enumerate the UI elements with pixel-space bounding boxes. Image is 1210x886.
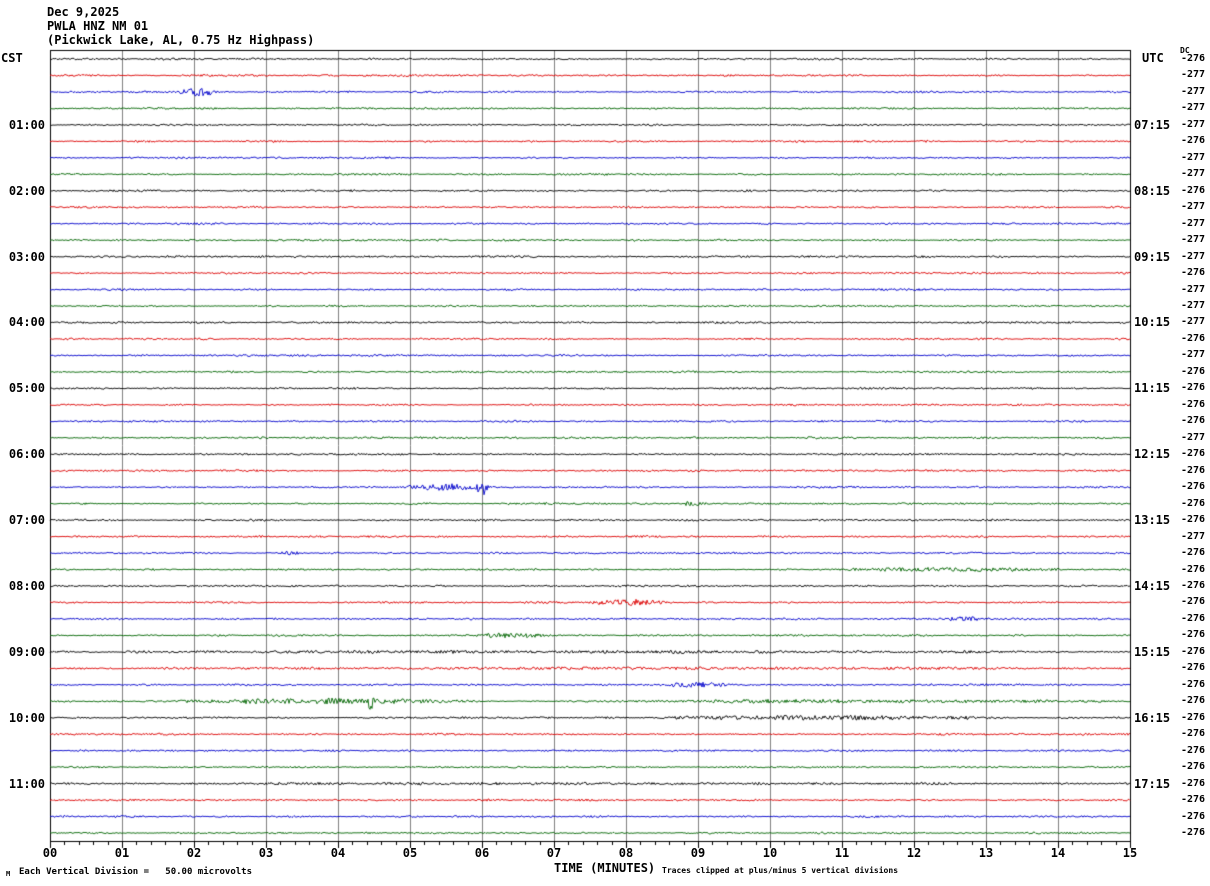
dc-value: -276 <box>1181 596 1206 608</box>
utc-time-label: 16:15 <box>1134 710 1171 725</box>
x-tick-label: 08 <box>618 846 634 860</box>
utc-time-label: 15:15 <box>1134 644 1171 659</box>
dc-value: -277 <box>1181 69 1206 81</box>
dc-value: -276 <box>1181 563 1206 575</box>
utc-axis-label: UTC <box>1142 51 1164 65</box>
cst-time-label: 08:00 <box>8 578 45 593</box>
dc-value: -277 <box>1181 316 1206 328</box>
cst-time-label: 02:00 <box>8 183 45 198</box>
dc-value: -277 <box>1181 349 1206 361</box>
dc-value: -276 <box>1181 579 1206 591</box>
dc-value: -277 <box>1181 431 1206 443</box>
utc-time-label: 17:15 <box>1134 776 1171 791</box>
dc-value: -276 <box>1181 794 1206 806</box>
cst-time-label: 05:00 <box>8 381 45 396</box>
cst-time-label: 06:00 <box>8 447 45 462</box>
dc-value: -277 <box>1181 168 1206 180</box>
x-tick-label: 00 <box>42 846 58 860</box>
dc-value: -277 <box>1181 217 1206 229</box>
x-tick-label: 14 <box>1050 846 1066 860</box>
cst-time-label: 10:00 <box>8 710 45 725</box>
cst-axis-label: CST <box>1 51 23 65</box>
cst-time-label: 03:00 <box>8 249 45 264</box>
dc-value: -276 <box>1181 662 1206 674</box>
dc-value: -276 <box>1181 53 1206 64</box>
x-tick-label: 11 <box>834 846 850 860</box>
corner-glyph: M <box>6 870 11 878</box>
x-tick-label: 02 <box>186 846 202 860</box>
dc-value: -276 <box>1181 497 1206 509</box>
dc-value: -277 <box>1181 300 1206 312</box>
title-station: PWLA HNZ NM 01 <box>47 19 149 33</box>
x-tick-label: 10 <box>762 846 778 860</box>
dc-value: -276 <box>1181 184 1206 196</box>
helicorder-page: Dec 9,2025 PWLA HNZ NM 01 (Pickwick Lake… <box>0 0 1210 886</box>
utc-time-label: 07:15 <box>1134 117 1171 132</box>
title-date: Dec 9,2025 <box>47 5 120 19</box>
dc-value: -276 <box>1181 135 1206 147</box>
cst-time-label: 01:00 <box>8 117 45 132</box>
dc-value: -276 <box>1181 777 1206 789</box>
dc-value: -276 <box>1181 761 1206 773</box>
dc-value: -276 <box>1181 810 1206 822</box>
dc-value: -277 <box>1181 151 1206 163</box>
dc-value: -276 <box>1181 514 1206 526</box>
utc-time-label: 09:15 <box>1134 249 1171 264</box>
x-tick-label: 04 <box>330 846 346 860</box>
helicorder-plot-canvas <box>0 0 1210 886</box>
x-axis-title: TIME (MINUTES) <box>554 861 656 875</box>
dc-value: -276 <box>1181 448 1206 460</box>
dc-value: -277 <box>1181 234 1206 246</box>
cst-time-label: 04:00 <box>8 315 45 330</box>
dc-value: -276 <box>1181 547 1206 559</box>
utc-time-label: 12:15 <box>1134 447 1171 462</box>
cst-time-label: 11:00 <box>8 776 45 791</box>
dc-value: -276 <box>1181 415 1206 427</box>
dc-value: -277 <box>1181 530 1206 542</box>
dc-value: -276 <box>1181 267 1206 279</box>
dc-value: -276 <box>1181 711 1206 723</box>
footer-clip-note: Traces clipped at plus/minus 5 vertical … <box>662 866 899 875</box>
x-tick-label: 07 <box>546 846 562 860</box>
dc-value: -276 <box>1181 629 1206 641</box>
x-tick-label: 05 <box>402 846 418 860</box>
dc-value: -277 <box>1181 102 1206 114</box>
cst-time-label: 07:00 <box>8 513 45 528</box>
dc-value: -277 <box>1181 250 1206 262</box>
x-tick-label: 13 <box>978 846 994 860</box>
dc-value: -276 <box>1181 398 1206 410</box>
dc-value: -276 <box>1181 481 1206 493</box>
title-filter: (Pickwick Lake, AL, 0.75 Hz Highpass) <box>47 33 315 47</box>
dc-value: -276 <box>1181 728 1206 740</box>
utc-time-label: 13:15 <box>1134 513 1171 528</box>
dc-value: -276 <box>1181 695 1206 707</box>
dc-value: -276 <box>1181 382 1206 394</box>
utc-time-label: 10:15 <box>1134 315 1171 330</box>
dc-value: -276 <box>1181 612 1206 624</box>
x-tick-label: 09 <box>690 846 706 860</box>
dc-value: -276 <box>1181 827 1206 838</box>
footer-scale-note: Each Vertical Division = 50.00 microvolt… <box>19 867 252 877</box>
dc-value: -276 <box>1181 332 1206 344</box>
dc-value: -276 <box>1181 645 1206 657</box>
dc-value: -277 <box>1181 85 1206 97</box>
dc-value: -277 <box>1181 118 1206 130</box>
dc-value: -276 <box>1181 744 1206 756</box>
utc-time-label: 14:15 <box>1134 578 1171 593</box>
dc-value: -276 <box>1181 678 1206 690</box>
utc-time-label: 11:15 <box>1134 381 1171 396</box>
x-tick-label: 15 <box>1122 846 1138 860</box>
x-tick-label: 01 <box>114 846 130 860</box>
dc-value: -276 <box>1181 365 1206 377</box>
utc-time-label: 08:15 <box>1134 183 1171 198</box>
dc-value: -277 <box>1181 201 1206 213</box>
x-tick-label: 03 <box>258 846 274 860</box>
x-tick-label: 12 <box>906 846 922 860</box>
cst-time-label: 09:00 <box>8 644 45 659</box>
dc-value: -276 <box>1181 464 1206 476</box>
dc-value: -277 <box>1181 283 1206 295</box>
x-tick-label: 06 <box>474 846 490 860</box>
